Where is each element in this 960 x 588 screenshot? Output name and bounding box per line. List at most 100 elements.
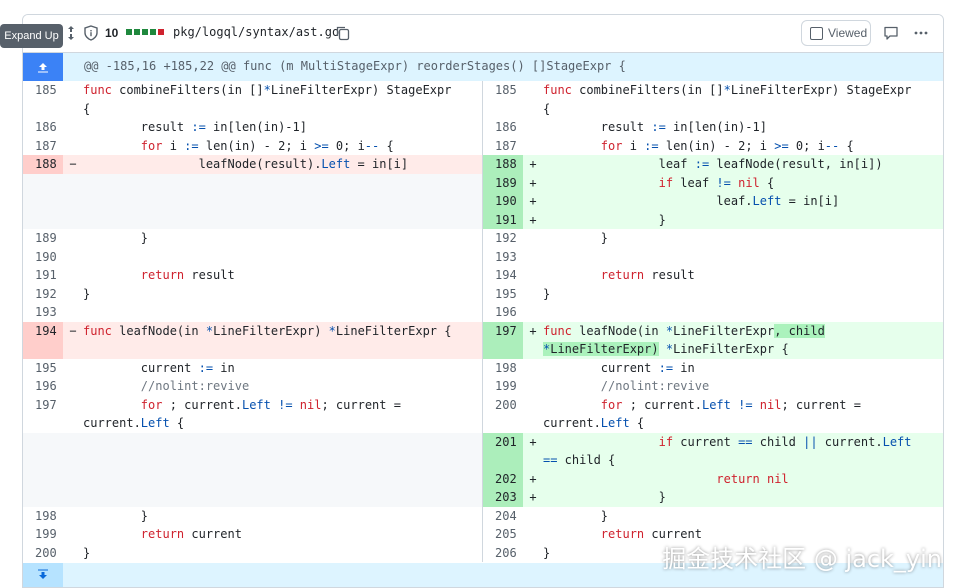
line-number[interactable]: 186: [483, 118, 523, 137]
line-number[interactable]: 192: [483, 229, 523, 248]
diff-sign: [523, 359, 543, 378]
line-number[interactable]: 187: [483, 137, 523, 156]
line-number[interactable]: 206: [483, 544, 523, 563]
diff-row: 196 //nolint:revive 199 //nolint:revive: [23, 377, 943, 396]
line-number[interactable]: 186: [23, 118, 63, 137]
new-side: 188 + leaf := leafNode(result, in[i]): [483, 155, 943, 174]
line-number[interactable]: 201: [483, 432, 523, 470]
line-number[interactable]: 189: [483, 173, 523, 192]
line-number[interactable]: 190: [23, 248, 63, 267]
diff-sign: +: [523, 488, 543, 507]
new-side: 187 for i := len(in) - 2; i >= 0; i-- {: [483, 137, 943, 156]
expand-up-button[interactable]: [23, 53, 63, 81]
info-icon[interactable]: [83, 25, 99, 41]
line-number[interactable]: 189: [23, 229, 63, 248]
line-number[interactable]: 192: [23, 285, 63, 304]
file-path[interactable]: pkg/logql/syntax/ast.go: [173, 25, 339, 39]
diff-row: 186 result := in[len(in)-1] 186 result :=…: [23, 118, 943, 137]
old-side: 190: [23, 247, 483, 267]
diff-sign: [63, 210, 83, 229]
new-side: 200 for ; current.Left != nil; current =…: [483, 396, 943, 433]
old-side: 198 }: [23, 506, 483, 526]
line-number[interactable]: 198: [23, 507, 63, 526]
diff-sign: [523, 137, 543, 156]
line-number[interactable]: 191: [23, 266, 63, 285]
diff-sign: [523, 248, 543, 267]
diff-row: 192} 195}: [23, 284, 943, 304]
line-number[interactable]: 194: [483, 266, 523, 285]
diff-sign: [63, 469, 83, 488]
line-number[interactable]: 194: [23, 321, 63, 359]
line-number[interactable]: 200: [483, 396, 523, 433]
line-number[interactable]: 195: [483, 285, 523, 304]
old-side: 187 for i := len(in) - 2; i >= 0; i-- {: [23, 136, 483, 156]
line-number[interactable]: 202: [483, 469, 523, 488]
line-number[interactable]: 193: [483, 248, 523, 267]
diffstat-bar: [126, 29, 164, 35]
old-side: 197 for ; current.Left != nil; current =…: [23, 395, 483, 433]
expand-all-icon[interactable]: [63, 25, 79, 41]
line-number[interactable]: 188: [23, 155, 63, 174]
kebab-menu-icon[interactable]: [913, 25, 929, 41]
code-line: if current == child || current.Left == c…: [543, 432, 943, 470]
line-number[interactable]: 195: [23, 359, 63, 378]
line-number[interactable]: 185: [483, 81, 523, 118]
line-number[interactable]: [23, 173, 63, 192]
viewed-checkbox[interactable]: [810, 26, 823, 40]
code-line: }: [543, 210, 943, 229]
line-number[interactable]: 198: [483, 359, 523, 378]
diff-sign: [523, 507, 543, 526]
code-line: return result: [140, 268, 235, 282]
line-number[interactable]: 197: [23, 396, 63, 433]
line-number[interactable]: 188: [483, 155, 523, 174]
diff-sign: [63, 266, 83, 285]
line-number[interactable]: 205: [483, 525, 523, 544]
diff-sign: [523, 525, 543, 544]
line-number[interactable]: 196: [483, 303, 523, 322]
line-number[interactable]: 203: [483, 488, 523, 507]
old-side: 195 current := in: [23, 358, 483, 378]
diff-sign: [63, 432, 83, 470]
comment-icon[interactable]: [883, 25, 899, 41]
file-header: 10 pkg/logql/syntax/ast.go Viewed: [23, 15, 943, 53]
new-side: 185 func combineFilters(in []*LineFilterE…: [483, 81, 943, 118]
diff-sign: [523, 377, 543, 396]
code-line: leaf.Left = in[i]: [543, 192, 943, 211]
line-number[interactable]: [23, 488, 63, 507]
line-number[interactable]: 196: [23, 377, 63, 396]
old-side: 196 //nolint:revive: [23, 377, 483, 396]
line-number[interactable]: 187: [23, 137, 63, 156]
line-number[interactable]: [23, 469, 63, 488]
code-line: func combineFilters(in []*LineFilterExpr…: [83, 83, 452, 116]
line-number[interactable]: 185: [23, 81, 63, 118]
copy-icon[interactable]: [335, 25, 351, 41]
code-line: [83, 173, 482, 192]
expand-down-button[interactable]: [23, 563, 63, 587]
line-number[interactable]: 190: [483, 192, 523, 211]
code-line: }: [543, 508, 609, 523]
new-side: 195}: [483, 285, 943, 304]
line-number[interactable]: 191: [483, 210, 523, 229]
line-number[interactable]: 204: [483, 507, 523, 526]
line-number[interactable]: 199: [23, 525, 63, 544]
expand-up-icon: [38, 63, 48, 73]
code-line: }: [543, 286, 551, 301]
viewed-label: Viewed: [828, 26, 868, 40]
new-side: 189 + if leaf != nil {: [483, 173, 943, 192]
line-number[interactable]: 200: [23, 544, 63, 563]
line-number[interactable]: [23, 432, 63, 470]
line-number[interactable]: 199: [483, 377, 523, 396]
code-line: current := in: [83, 360, 235, 375]
old-side: [23, 210, 483, 229]
line-number[interactable]: [23, 210, 63, 229]
code-line: current := in: [543, 360, 695, 375]
diff-row: 191 return result 194 return result: [23, 266, 943, 285]
line-number[interactable]: 197: [483, 321, 523, 359]
viewed-button[interactable]: Viewed: [801, 20, 871, 46]
line-number[interactable]: 193: [23, 303, 63, 322]
line-number[interactable]: [23, 192, 63, 211]
code-line: }: [83, 231, 149, 245]
old-side: 192}: [23, 284, 483, 304]
diff-row: 190 + leaf.Left = in[i]: [23, 192, 943, 211]
